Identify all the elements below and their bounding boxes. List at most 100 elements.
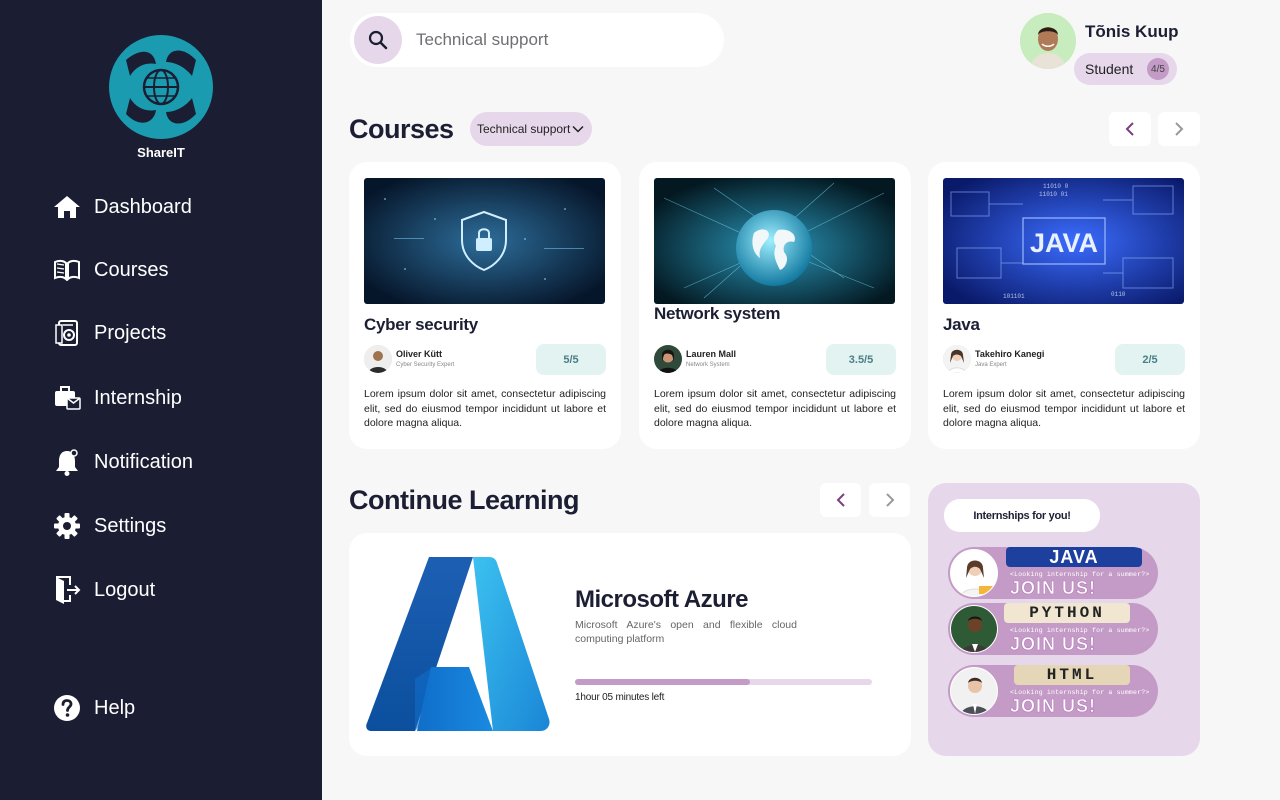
internship-banner-html[interactable]: HTML <Looking internship for a summer?> … — [948, 665, 1158, 717]
sidebar-item-label: Settings — [94, 514, 167, 537]
banner-cta: JOIN US! — [1010, 634, 1097, 655]
course-description: Lorem ipsum dolor sit amet, consectetur … — [364, 388, 606, 429]
continue-learning-title: Continue Learning — [349, 485, 580, 515]
courses-filter-value: Technical support — [477, 122, 571, 136]
courses-next-button[interactable] — [1158, 112, 1200, 146]
briefcase-icon — [53, 384, 81, 412]
sidebar-item-projects[interactable]: Projects — [53, 318, 166, 348]
course-title: Network system — [654, 304, 781, 323]
user-profile[interactable]: Student 4/5 Tõnis Kuup — [1020, 13, 1260, 85]
search-button[interactable] — [354, 16, 402, 64]
shareit-logo — [109, 35, 213, 139]
course-author: Lauren Mall Network System — [654, 345, 804, 373]
banner-tag: HTML — [1014, 665, 1130, 685]
user-role: Student — [1085, 61, 1134, 77]
banner-cta: JOIN US! — [1010, 696, 1097, 717]
avatar — [950, 549, 998, 597]
chevron-right-icon — [885, 493, 894, 507]
author-name: Takehiro Kanegi — [975, 349, 1045, 359]
learning-progress-bar — [575, 679, 872, 685]
banner-subtitle: <Looking internship for a summer?> — [1010, 571, 1150, 578]
avatar — [950, 667, 998, 715]
svg-text:0110: 0110 — [1111, 291, 1126, 298]
svg-text:101101: 101101 — [1003, 293, 1025, 300]
java-image-text: JAVA — [1030, 228, 1098, 258]
banner-subtitle: <Looking internship for a summer?> — [1010, 689, 1150, 696]
help-icon — [53, 694, 81, 722]
brand-name: ShareIT — [137, 145, 185, 160]
courses-filter-dropdown[interactable]: Technical support — [470, 112, 592, 146]
author-avatar — [943, 345, 971, 373]
avatar — [950, 605, 998, 653]
search-icon — [368, 30, 388, 50]
internship-banner-java[interactable]: JAVA <Looking internship for a summer?> … — [948, 547, 1158, 599]
author-avatar — [364, 345, 392, 373]
author-role: Cyber Security Expert — [396, 362, 455, 368]
sidebar-item-label: Help — [94, 696, 136, 719]
projects-icon — [53, 319, 81, 347]
continue-learning-card[interactable]: Microsoft Azure Microsoft Azure's open a… — [349, 533, 911, 756]
logout-icon — [53, 576, 81, 604]
internships-header: Internships for you! — [944, 499, 1100, 532]
banner-tag: JAVA — [1006, 547, 1142, 567]
author-name: Lauren Mall — [686, 349, 737, 359]
course-card-cyber-security[interactable]: Cyber security Oliver Kütt Cyber Securit… — [349, 162, 621, 449]
learning-progress-fill — [575, 679, 751, 685]
course-author: Takehiro Kanegi Java Expert — [943, 345, 1093, 373]
user-role-pill: Student 4/5 — [1074, 53, 1177, 85]
learning-time-left: 1hour 05 minutes left — [575, 692, 665, 703]
course-image-network-system — [654, 178, 895, 304]
chevron-down-icon — [572, 125, 584, 133]
sidebar-item-dashboard[interactable]: Dashboard — [53, 192, 192, 222]
sidebar-item-label: Dashboard — [94, 195, 192, 218]
search-bar — [350, 13, 724, 67]
course-description: Lorem ipsum dolor sit amet, consectetur … — [943, 388, 1185, 429]
learning-prev-button[interactable] — [820, 483, 861, 517]
search-input[interactable] — [416, 30, 706, 50]
sidebar-item-courses[interactable]: Courses — [53, 255, 168, 285]
author-role: Network System — [686, 362, 730, 368]
learning-course-description: Microsoft Azure's open and flexible clou… — [575, 619, 797, 645]
internship-banner-python[interactable]: PYTHON <Looking internship for a summer?… — [948, 603, 1158, 655]
book-icon — [53, 256, 81, 284]
course-card-java[interactable]: 11010 0 11010 01 101101 0110 JAVA Java Take… — [928, 162, 1200, 449]
sidebar-item-settings[interactable]: Settings — [53, 511, 166, 541]
learning-course-title: Microsoft Azure — [575, 586, 748, 613]
banner-tag: PYTHON — [1004, 603, 1130, 623]
courses-title: Courses — [349, 114, 454, 144]
sidebar-item-label: Logout — [94, 578, 156, 601]
svg-text:11010 0: 11010 0 — [1043, 183, 1069, 190]
internships-panel: Internships for you! JAVA <Looking inter… — [928, 483, 1200, 756]
course-card-network-system[interactable]: Network system Lauren Mall Network Syste… — [639, 162, 911, 449]
avatar — [1020, 13, 1076, 69]
bell-icon — [53, 448, 81, 476]
banner-subtitle: <Looking internship for a summer?> — [1010, 627, 1150, 634]
user-name: Tõnis Kuup — [1085, 22, 1179, 41]
svg-text:11010 01: 11010 01 — [1039, 191, 1068, 198]
course-description: Lorem ipsum dolor sit amet, consectetur … — [654, 388, 896, 429]
gear-icon — [53, 512, 81, 540]
user-level-badge: 4/5 — [1147, 58, 1169, 80]
course-title: Java — [943, 315, 980, 334]
sidebar: ShareIT Dashboard Courses Projects Inter… — [0, 0, 322, 800]
sidebar-item-logout[interactable]: Logout — [53, 575, 155, 605]
azure-logo-icon — [366, 557, 550, 731]
sidebar-item-label: Internship — [94, 386, 182, 409]
author-avatar — [654, 345, 682, 373]
sidebar-item-internship[interactable]: Internship — [53, 383, 182, 413]
sidebar-item-label: Courses — [94, 258, 169, 281]
home-icon — [53, 193, 81, 221]
course-image-java: 11010 0 11010 01 101101 0110 JAVA — [943, 178, 1184, 304]
sidebar-item-help[interactable]: Help — [53, 693, 135, 723]
author-role: Java Expert — [975, 362, 1007, 368]
learning-next-button[interactable] — [869, 483, 910, 517]
course-image-cyber-security — [364, 178, 605, 304]
chevron-right-icon — [1175, 122, 1184, 136]
course-rating: 2/5 — [1115, 344, 1185, 375]
course-rating: 3.5/5 — [826, 344, 896, 375]
chevron-left-icon — [836, 493, 845, 507]
banner-cta: JOIN US! — [1010, 578, 1097, 599]
courses-prev-button[interactable] — [1109, 112, 1151, 146]
course-title: Cyber security — [364, 315, 478, 334]
sidebar-item-notification[interactable]: Notification — [53, 447, 193, 477]
